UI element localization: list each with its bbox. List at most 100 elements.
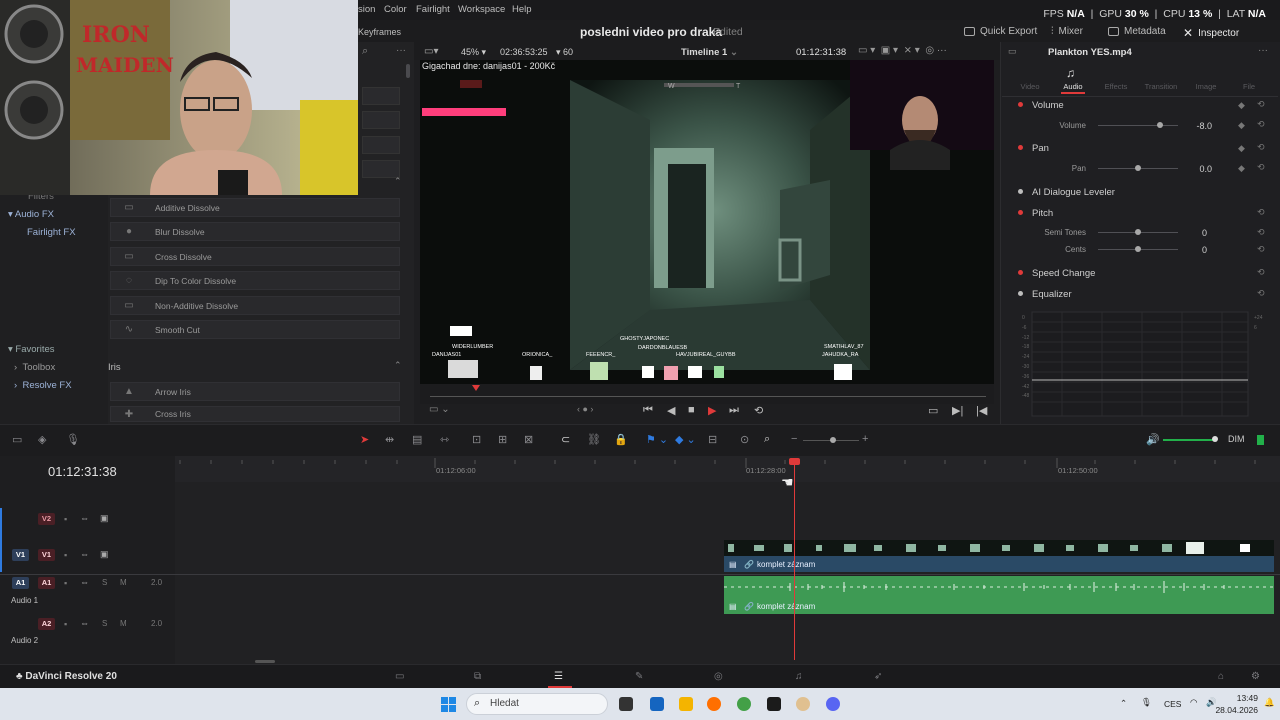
inspector-button[interactable]: ✕ Inspector <box>1183 26 1239 40</box>
tree-item-fairlight-fx[interactable]: Fairlight FX <box>27 227 76 238</box>
menu-item-workspace[interactable]: Workspace <box>458 4 505 15</box>
volume-slider[interactable] <box>1098 125 1178 126</box>
deliver-page-icon[interactable]: ➶ <box>874 671 882 682</box>
track-a2-name[interactable]: Audio 2 <box>11 636 38 645</box>
edit-page-icon[interactable]: ☰ <box>554 671 563 682</box>
semitones-value[interactable]: 0 <box>1167 228 1207 238</box>
mixer-button[interactable]: ⫶ Mixer <box>1051 26 1083 37</box>
reset-icon[interactable]: ⟲ <box>1257 142 1265 153</box>
transition-tile[interactable] <box>362 111 400 129</box>
track-a1-name[interactable]: Audio 1 <box>11 596 38 605</box>
insert-clip-icon[interactable]: ⊡ <box>472 433 481 446</box>
snapping-icon[interactable]: ⊂ <box>561 433 570 446</box>
solo-button[interactable]: S <box>102 619 107 628</box>
wifi-icon[interactable]: ◠ <box>1190 697 1197 708</box>
inspector-tab-video[interactable]: Video <box>1010 82 1050 91</box>
timeline-ruler[interactable] <box>175 456 1280 482</box>
zoom-slider-knob[interactable] <box>830 437 836 443</box>
monitor-volume-slider[interactable] <box>1163 439 1215 441</box>
tree-item-audio-fx[interactable]: ▾ Audio FX <box>8 209 54 220</box>
speed-change-dot[interactable] <box>1018 270 1023 275</box>
stop-icon[interactable]: ■ <box>688 404 695 416</box>
transition-dip-to-color[interactable]: ◌ Dip To Color Dissolve <box>110 271 400 290</box>
volume-enable-dot[interactable] <box>1018 102 1023 107</box>
reset-icon[interactable]: ⟲ <box>1257 227 1265 238</box>
language-indicator[interactable]: CES <box>1164 699 1181 709</box>
search-icon[interactable]: ⌕ <box>362 45 368 58</box>
lock-track-icon[interactable]: ▪ <box>64 514 67 524</box>
record-mode-icon[interactable]: ◈ <box>38 433 46 446</box>
pan-slider-knob[interactable] <box>1135 165 1141 171</box>
inspector-tab-image[interactable]: Image <box>1186 82 1226 91</box>
reset-icon[interactable]: ⟲ <box>1257 119 1265 130</box>
file-explorer-icon[interactable] <box>679 697 693 711</box>
cut-page-icon[interactable]: ⧉ <box>474 671 481 682</box>
go-to-start-icon[interactable]: ⏮ <box>643 404 653 417</box>
inspector-tab-effects[interactable]: Effects <box>1096 82 1136 91</box>
app-icon[interactable] <box>737 697 751 711</box>
blade-tool-icon[interactable]: ⇿ <box>440 433 449 446</box>
reset-icon[interactable]: ⟲ <box>1257 207 1265 218</box>
play-reverse-icon[interactable]: ◀ <box>667 404 675 417</box>
reset-icon[interactable]: ⟲ <box>1257 162 1265 173</box>
track-visibility-icon[interactable]: ▣ <box>100 513 109 524</box>
track-a2-patch[interactable]: A2 <box>38 618 55 630</box>
zoom-select[interactable]: 45% ▾ <box>461 47 486 58</box>
auto-select-icon[interactable]: ⇔ <box>80 549 89 559</box>
taskbar-search[interactable] <box>466 693 608 715</box>
replace-clip-icon[interactable]: ⊠ <box>524 433 533 446</box>
clock-time[interactable]: 13:49 <box>1228 693 1258 703</box>
track-a1-source[interactable]: A1 <box>12 577 29 589</box>
previous-clip-icon[interactable]: |◀ <box>976 404 987 417</box>
collapse-icon[interactable]: ⌃ <box>394 176 402 187</box>
semitones-slider-knob[interactable] <box>1135 229 1141 235</box>
menu-item-edit[interactable]: sion <box>358 4 375 15</box>
menu-item-fairlight[interactable]: Fairlight <box>416 4 450 15</box>
inspector-tab-audio[interactable]: Audio <box>1053 82 1093 91</box>
reset-icon[interactable]: ⟲ <box>1257 288 1265 299</box>
scrub-playhead[interactable] <box>472 385 480 391</box>
horizontal-scrollbar[interactable] <box>255 660 275 663</box>
match-frame-icon[interactable]: ▭ <box>928 404 938 417</box>
dim-button[interactable]: DIM <box>1228 434 1245 444</box>
keyframe-icon[interactable]: ◆ <box>1238 100 1245 111</box>
lock-track-icon[interactable]: ▪ <box>64 619 67 629</box>
layout-icon[interactable]: ▭ <box>12 433 22 446</box>
dialogue-leveler-dot[interactable] <box>1018 189 1023 194</box>
auto-select-icon[interactable]: ⇔ <box>80 577 89 587</box>
lock-track-icon[interactable]: ▪ <box>64 578 67 588</box>
tree-item-favorites[interactable]: ▾ Favorites <box>8 344 55 355</box>
keyframe-icon[interactable]: ◆ <box>1238 143 1245 154</box>
color-page-icon[interactable]: ◎ <box>714 671 723 682</box>
inspector-tab-transition[interactable]: Transition <box>1141 82 1181 91</box>
pitch-enable-dot[interactable] <box>1018 210 1023 215</box>
zoom-out-icon[interactable]: − <box>791 433 797 445</box>
tree-item-toolbox[interactable]: › Toolbox <box>14 362 55 373</box>
transition-tile[interactable] <box>362 87 400 105</box>
viewer-options-icon[interactable]: ▭ ⌄ <box>429 404 450 415</box>
scrollbar[interactable] <box>406 64 410 78</box>
clock-date[interactable]: 28.04.2026 <box>1213 705 1258 715</box>
zoom-custom-icon[interactable]: ⌕ <box>764 433 770 446</box>
speaker-icon[interactable]: 🔊 <box>1146 433 1160 446</box>
keyframes-tab[interactable]: Keyframes <box>358 27 401 37</box>
timeline-playhead[interactable] <box>794 460 795 660</box>
inspector-more-icon[interactable]: ··· <box>1258 45 1268 56</box>
reset-icon[interactable]: ⟲ <box>1257 244 1265 255</box>
mute-button[interactable]: M <box>120 578 127 587</box>
zoom-in-icon[interactable]: + <box>862 433 868 445</box>
reset-icon[interactable]: ⟲ <box>1257 99 1265 110</box>
zoom-detail-icon[interactable]: ⊙ <box>740 433 749 446</box>
monitor-volume-knob[interactable] <box>1212 436 1218 442</box>
microphone-tray-icon[interactable]: 🎙 <box>1141 697 1152 708</box>
fairlight-page-icon[interactable]: ♫ <box>795 671 803 682</box>
equalizer-dot[interactable] <box>1018 291 1023 296</box>
auto-select-icon[interactable]: ⇔ <box>80 513 89 523</box>
keyframe-icon[interactable]: ◆ <box>1238 120 1245 131</box>
playhead-handle[interactable] <box>789 458 800 465</box>
iris-category[interactable]: Iris <box>108 362 121 373</box>
firefox-icon[interactable] <box>707 697 721 711</box>
transition-blur-dissolve[interactable]: ● Blur Dissolve <box>110 222 400 241</box>
lock-track-icon[interactable]: ▪ <box>64 550 67 560</box>
transition-arrow-iris[interactable]: ▲ Arrow Iris <box>110 382 400 401</box>
